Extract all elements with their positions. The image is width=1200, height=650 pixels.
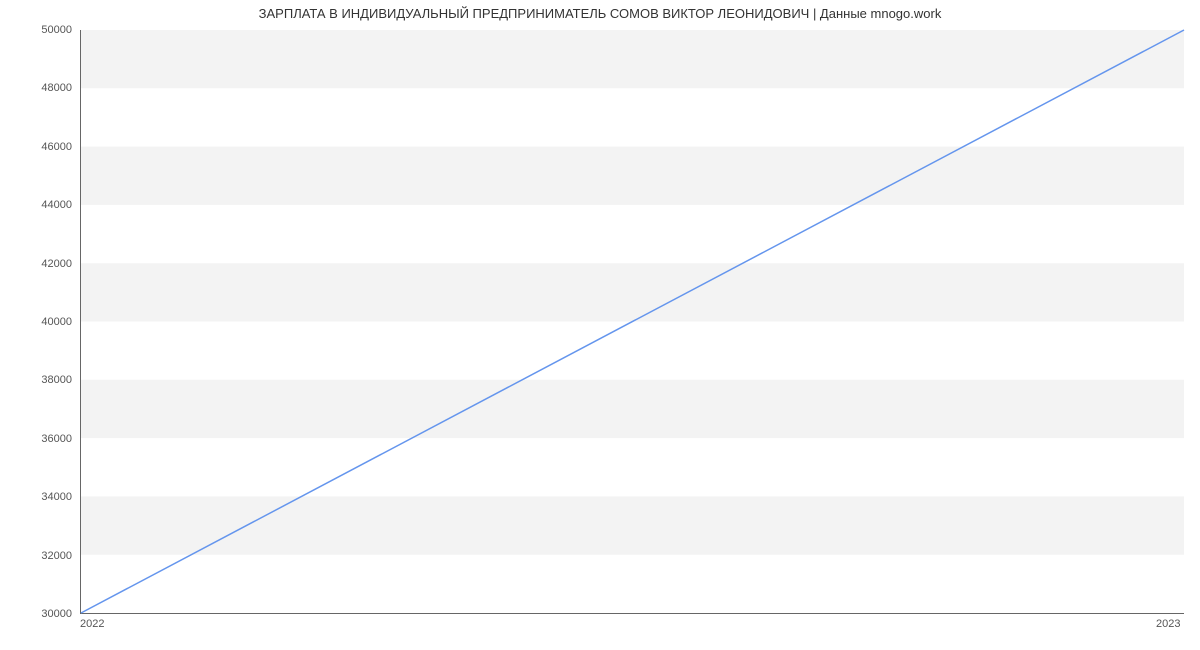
y-tick-label: 30000 bbox=[12, 608, 72, 620]
y-tick-label: 46000 bbox=[12, 141, 72, 153]
data-line bbox=[81, 30, 1184, 613]
y-tick-label: 42000 bbox=[12, 258, 72, 270]
y-tick-label: 32000 bbox=[12, 550, 72, 562]
x-tick-label: 2022 bbox=[80, 618, 104, 630]
y-tick-label: 38000 bbox=[12, 374, 72, 386]
y-tick-label: 40000 bbox=[12, 316, 72, 328]
x-tick-label: 2023 bbox=[1156, 618, 1180, 630]
y-tick-label: 48000 bbox=[12, 82, 72, 94]
y-tick-label: 36000 bbox=[12, 433, 72, 445]
y-tick-label: 34000 bbox=[12, 491, 72, 503]
chart-title: ЗАРПЛАТА В ИНДИВИДУАЛЬНЫЙ ПРЕДПРИНИМАТЕЛ… bbox=[0, 6, 1200, 21]
y-tick-label: 50000 bbox=[12, 24, 72, 36]
y-tick-label: 44000 bbox=[12, 199, 72, 211]
chart-line-svg bbox=[81, 30, 1184, 613]
plot-area bbox=[80, 30, 1184, 614]
